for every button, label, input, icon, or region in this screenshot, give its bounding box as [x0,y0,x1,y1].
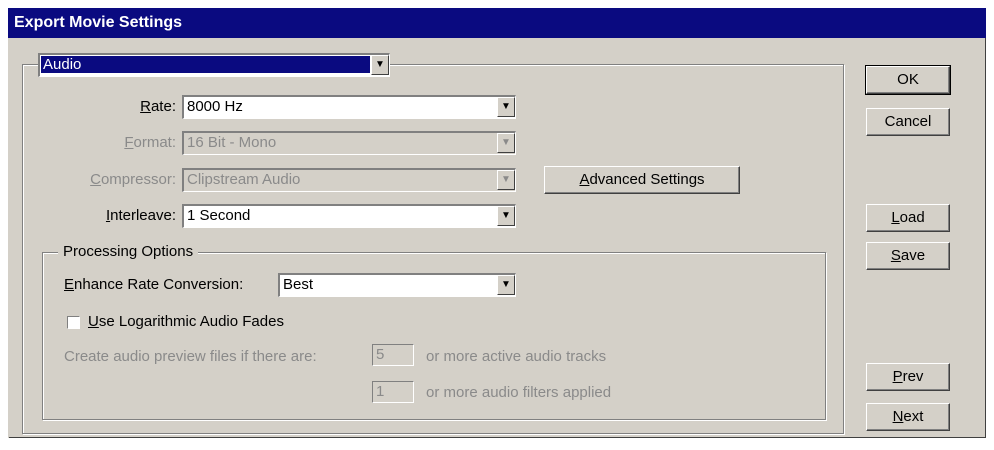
preview-tracks-prefix: Create audio preview files if there are: [64,348,317,365]
enhance-rate-select[interactable]: Best ▼ [278,273,516,297]
active-tracks-field[interactable]: 5 [372,344,414,366]
chevron-down-icon[interactable]: ▼ [497,97,515,117]
rate-label: Rate: [140,98,176,115]
chevron-down-icon[interactable]: ▼ [497,275,515,295]
chevron-down-icon[interactable]: ▼ [497,206,515,226]
section-select[interactable]: Audio ▼ [38,53,390,77]
dialog-title: Export Movie Settings [8,8,986,38]
load-button[interactable]: Load [866,204,950,232]
log-fades-checkbox[interactable] [67,316,80,329]
preview-tracks-suffix: or more active audio tracks [426,348,607,365]
chevron-down-icon[interactable]: ▼ [371,55,389,75]
ok-button[interactable]: OK [865,65,951,95]
compressor-label: Compressor: [90,171,176,188]
save-button[interactable]: Save [866,242,950,270]
prev-button[interactable]: Prev [866,363,950,391]
preview-filters-suffix: or more audio filters applied [426,384,612,401]
advanced-settings-button[interactable]: Advanced Settings [544,166,740,194]
filters-field[interactable]: 1 [372,381,414,403]
interleave-label: Interleave: [105,207,176,224]
compressor-select[interactable]: Clipstream Audio ▼ [182,168,516,192]
rate-select[interactable]: 8000 Hz ▼ [182,95,516,119]
interleave-select[interactable]: 1 Second ▼ [182,204,516,228]
log-fades-label[interactable]: Use Logarithmic Audio Fades [88,313,284,330]
format-select[interactable]: 16 Bit - Mono ▼ [182,131,516,155]
compressor-value: Clipstream Audio [187,171,301,188]
enhance-rate-label: Enhance Rate Conversion: [64,276,244,293]
next-button[interactable]: Next [866,403,950,431]
rate-value: 8000 Hz [187,98,243,115]
processing-options-legend: Processing Options [58,243,199,260]
enhance-rate-value: Best [283,276,314,293]
interleave-value: 1 Second [187,207,251,224]
cancel-button[interactable]: Cancel [866,108,950,136]
chevron-down-icon[interactable]: ▼ [497,170,515,190]
format-label: Format: [124,134,176,151]
export-movie-settings-dialog: Export Movie Settings Audio ▼ Rate: 8000… [8,8,986,438]
format-value: 16 Bit - Mono [187,134,277,151]
section-select-value: Audio [41,56,370,73]
chevron-down-icon[interactable]: ▼ [497,133,515,153]
